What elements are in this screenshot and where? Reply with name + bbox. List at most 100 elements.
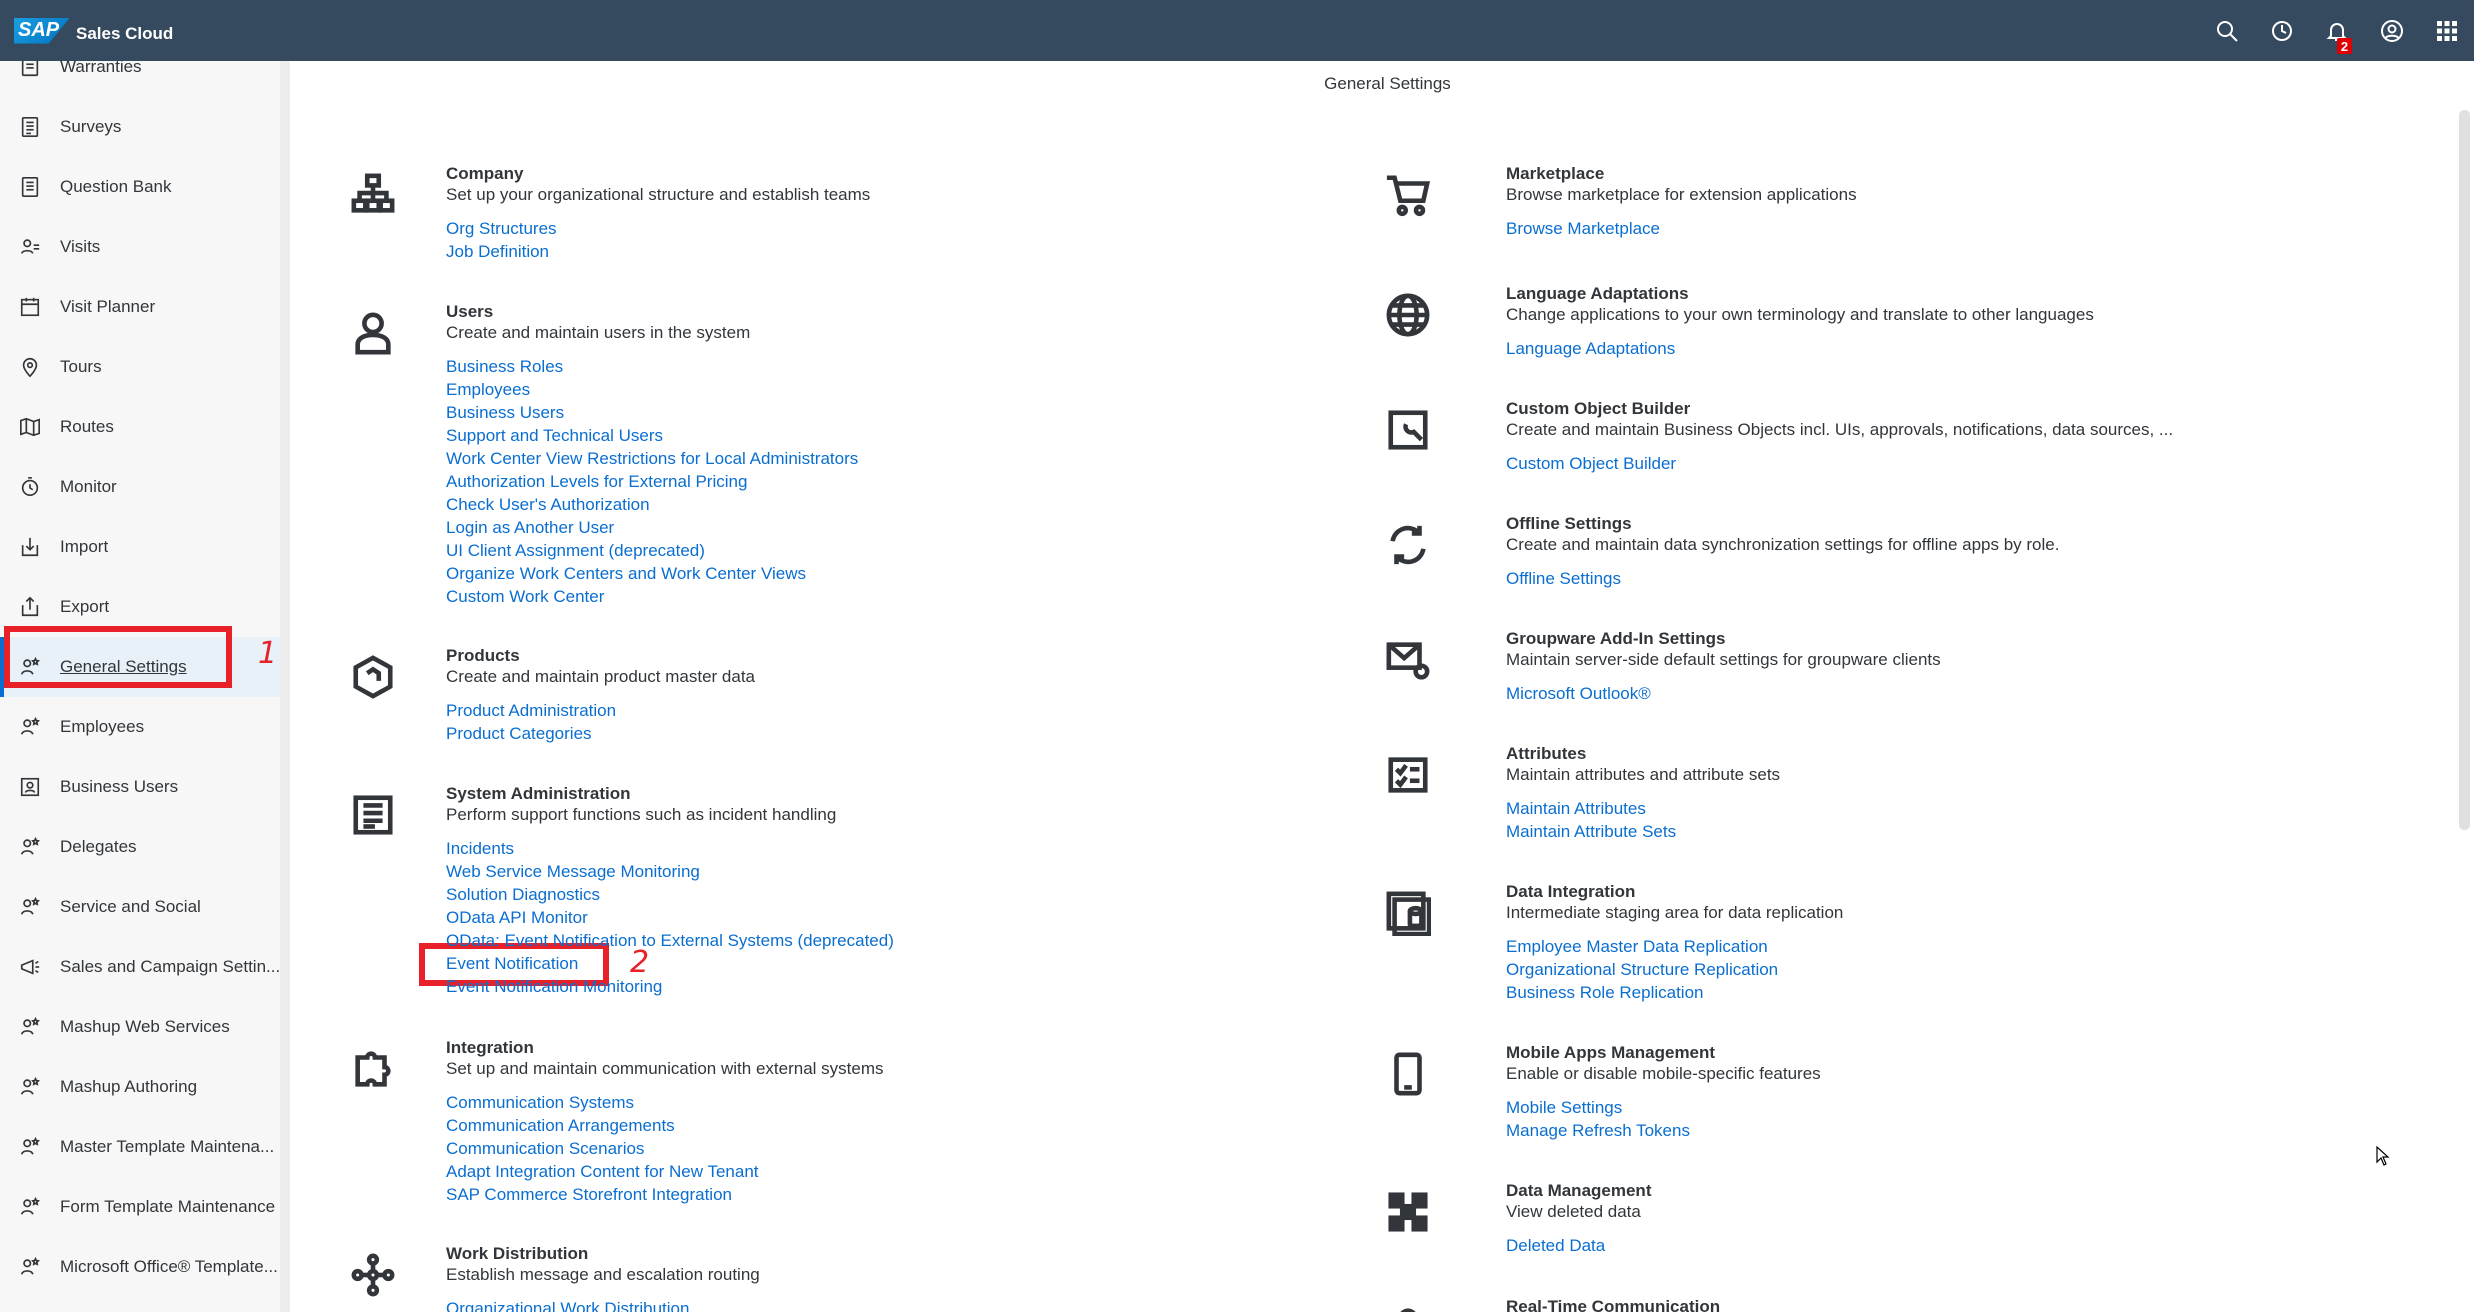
monitor-icon: [0, 476, 60, 498]
sidebar-item-label: Visit Planner: [60, 297, 156, 316]
link-browse-marketplace[interactable]: Browse Marketplace: [1506, 217, 1857, 240]
link-custom-object-builder[interactable]: Custom Object Builder: [1506, 452, 2173, 475]
link-work-center-view-restrictions-for-local-administrators[interactable]: Work Center View Restrictions for Local …: [446, 447, 858, 470]
link-job-definition[interactable]: Job Definition: [446, 240, 870, 263]
link-mobile-settings[interactable]: Mobile Settings: [1506, 1096, 1821, 1119]
sidebar-item-mashup-web-services[interactable]: Mashup Web Services: [0, 997, 280, 1057]
link-communication-systems[interactable]: Communication Systems: [446, 1091, 883, 1114]
link-product-categories[interactable]: Product Categories: [446, 722, 755, 745]
link-maintain-attribute-sets[interactable]: Maintain Attribute Sets: [1506, 820, 1780, 843]
sidebar-item-monitor[interactable]: Monitor: [0, 457, 280, 517]
link-login-as-another-user[interactable]: Login as Another User: [446, 516, 858, 539]
sidebar-item-tours[interactable]: Tours: [0, 337, 280, 397]
link-product-administration[interactable]: Product Administration: [446, 699, 755, 722]
sidebar-item-visit-planner[interactable]: Visit Planner: [0, 277, 280, 337]
sidebar-item-form-template-maintenance[interactable]: Form Template Maintenance: [0, 1177, 280, 1237]
people-icon: [0, 716, 60, 738]
link-org-structures[interactable]: Org Structures: [446, 217, 870, 240]
cart-icon: [1380, 167, 1436, 223]
link-web-service-message-monitoring[interactable]: Web Service Message Monitoring: [446, 860, 894, 883]
link-language-adaptations[interactable]: Language Adaptations: [1506, 337, 2094, 360]
sidebar-item-label: Employees: [60, 717, 145, 736]
sap-logo[interactable]: SAP: [14, 17, 70, 44]
link-business-role-replication[interactable]: Business Role Replication: [1506, 981, 1843, 1004]
section-description: Maintain attributes and attribute sets: [1506, 765, 1781, 784]
export-icon: [0, 596, 60, 618]
link-manage-refresh-tokens[interactable]: Manage Refresh Tokens: [1506, 1119, 1821, 1142]
sidebar-item-visits[interactable]: Visits: [0, 217, 280, 277]
sidebar-item-warranties[interactable]: Warranties: [0, 61, 280, 97]
link-solution-diagnostics[interactable]: Solution Diagnostics: [446, 883, 894, 906]
section-title: Offline Settings: [1506, 514, 1632, 533]
globe-icon: [1380, 287, 1436, 343]
sidebar-item-label: Question Bank: [60, 177, 172, 196]
people-icon: [0, 1256, 60, 1278]
section-description: View deleted data: [1506, 1202, 1641, 1221]
link-event-notification-monitoring[interactable]: Event Notification Monitoring: [446, 975, 894, 998]
sidebar-item-import[interactable]: Import: [0, 517, 280, 577]
sidebar-item-delegates[interactable]: Delegates: [0, 817, 280, 877]
link-organize-work-centers-and-work-center-views[interactable]: Organize Work Centers and Work Center Vi…: [446, 562, 858, 585]
link-organizational-structure-replication[interactable]: Organizational Structure Replication: [1506, 958, 1843, 981]
link-authorization-levels-for-external-pricing[interactable]: Authorization Levels for External Pricin…: [446, 470, 858, 493]
sidebar-item-master-template-maintena[interactable]: Master Template Maintena...: [0, 1117, 280, 1177]
section-links: Communication Systems Communication Arran…: [446, 1091, 883, 1206]
link-adapt-integration-content-for-new-tenant[interactable]: Adapt Integration Content for New Tenant: [446, 1160, 883, 1183]
people-icon: [0, 1136, 60, 1158]
notification-badge: 2: [2337, 38, 2352, 54]
sidebar-item-microsoft-office-template[interactable]: Microsoft Office® Template...: [0, 1237, 280, 1297]
link-check-user-s-authorization[interactable]: Check User's Authorization: [446, 493, 858, 516]
section-title: Work Distribution: [446, 1244, 589, 1263]
grid-icon[interactable]: [2419, 0, 2474, 61]
sidebar-item-routes[interactable]: Routes: [0, 397, 280, 457]
link-business-users[interactable]: Business Users: [446, 401, 858, 424]
link-business-roles[interactable]: Business Roles: [446, 355, 858, 378]
org-structure-icon: [345, 167, 401, 223]
link-employee-master-data-replication[interactable]: Employee Master Data Replication: [1506, 935, 1843, 958]
section-links: Microsoft Outlook®: [1506, 682, 1941, 705]
scrollbar[interactable]: [2459, 110, 2470, 830]
section-title: Users: [446, 302, 494, 321]
link-organizational-work-distribution[interactable]: Organizational Work Distribution: [446, 1297, 760, 1312]
sidebar-item-employees[interactable]: Employees: [0, 697, 280, 757]
sidebar-item-sales-and-campaign-settin[interactable]: Sales and Campaign Settin...: [0, 937, 280, 997]
document-icon: [345, 787, 401, 843]
history-icon[interactable]: [2254, 0, 2309, 61]
link-microsoft-outlook[interactable]: Microsoft Outlook®: [1506, 682, 1941, 705]
sidebar-item-question-bank[interactable]: Question Bank: [0, 157, 280, 217]
section-links: Employee Master Data Replication Organiza…: [1506, 935, 1843, 1004]
link-sap-commerce-storefront-integration[interactable]: SAP Commerce Storefront Integration: [446, 1183, 883, 1206]
sidebar-item-surveys[interactable]: Surveys: [0, 97, 280, 157]
bell-icon[interactable]: 2: [2309, 0, 2364, 61]
app-title: Sales Cloud: [76, 23, 174, 43]
link-offline-settings[interactable]: Offline Settings: [1506, 567, 2059, 590]
people-icon: [0, 836, 60, 858]
link-maintain-attributes[interactable]: Maintain Attributes: [1506, 797, 1780, 820]
link-ui-client-assignment-deprecated[interactable]: UI Client Assignment (deprecated): [446, 539, 858, 562]
checklist-icon: [1380, 747, 1436, 803]
link-custom-work-center[interactable]: Custom Work Center: [446, 585, 858, 608]
sidebar-item-mashup-authoring[interactable]: Mashup Authoring: [0, 1057, 280, 1117]
section-links: Organizational Work Distribution: [446, 1297, 760, 1312]
link-support-and-technical-users[interactable]: Support and Technical Users: [446, 424, 858, 447]
sidebar-item-label: Visits: [60, 237, 101, 256]
logo-text: SAP: [18, 19, 60, 41]
link-communication-arrangements[interactable]: Communication Arrangements: [446, 1114, 883, 1137]
sidebar-item-service-and-social[interactable]: Service and Social: [0, 877, 280, 937]
link-odata-api-monitor[interactable]: OData API Monitor: [446, 906, 894, 929]
section-links: Org Structures Job Definition: [446, 217, 870, 263]
sidebar-item-business-users[interactable]: Business Users: [0, 757, 280, 817]
section-description: Set up your organizational structure and…: [446, 185, 871, 204]
user-icon[interactable]: [2364, 0, 2419, 61]
search-icon[interactable]: [2199, 0, 2254, 61]
link-employees[interactable]: Employees: [446, 378, 858, 401]
sidebar-item-label: Surveys: [60, 117, 122, 136]
link-odata-event-notification-to-external-systems-deprecated[interactable]: OData: Event Notification to External Sy…: [446, 929, 894, 952]
link-communication-scenarios[interactable]: Communication Scenarios: [446, 1137, 883, 1160]
section-title: Groupware Add-In Settings: [1506, 629, 1726, 648]
link-incidents[interactable]: Incidents: [446, 837, 894, 860]
link-event-notification[interactable]: Event Notification: [446, 952, 894, 975]
section-title: Attributes: [1506, 744, 1587, 763]
link-deleted-data[interactable]: Deleted Data: [1506, 1234, 1651, 1257]
section-links: Business Roles Employees Business Users Sup…: [446, 355, 858, 608]
